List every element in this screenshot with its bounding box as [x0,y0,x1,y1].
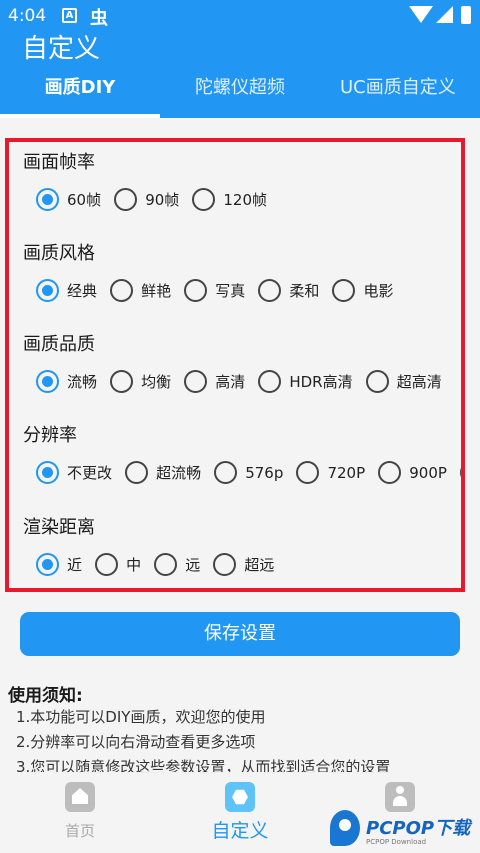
watermark-brand: PCPOP下载 [366,818,471,839]
wifi-icon [409,6,433,23]
notification-bug-icon: 虫 [90,8,108,29]
group-title-resolution: 分辨率 [23,425,77,446]
page-title: 自定义 [22,34,101,64]
pcpop-logo-icon [330,810,360,846]
option-realistic[interactable]: 写真 [184,279,245,309]
home-icon [65,782,95,812]
radio-checked-icon [36,461,59,484]
option-ultra-hd[interactable]: 超高清 [365,370,442,400]
option-more-partial[interactable] [460,461,461,491]
radio-unchecked-icon [296,461,320,484]
radio-unchecked-icon [154,553,178,576]
radio-unchecked-icon [192,188,216,211]
option-ultra-smooth[interactable]: 超流畅 [125,461,201,491]
option-classic[interactable]: 经典 [36,279,97,309]
option-120fps[interactable]: 120帧 [192,188,267,218]
option-smooth[interactable]: 流畅 [36,370,97,400]
status-time: 4:04 [8,6,47,26]
option-hdr-hd[interactable]: HDR高清 [258,370,353,400]
option-no-change[interactable]: 不更改 [36,461,112,491]
settings-panel: 画面帧率 60帧 90帧 120帧 画质风格 经典 鲜艳 写真 柔和 电影 画质… [5,138,465,592]
option-ultra-far[interactable]: 超远 [213,553,274,583]
option-720p[interactable]: 720P [296,461,365,491]
watermark: PCPOP下载 PCPOP Download [330,808,480,853]
app-header: 4:04 A 虫 自定义 画质DIY 陀螺仪超频 UC画质自定义 [0,0,480,118]
radio-checked-icon [36,188,59,211]
radio-unchecked-icon [184,279,208,302]
radio-checked-icon [36,279,59,302]
options-resolution[interactable]: 不更改 超流畅 576p 720P 900P [36,461,461,491]
option-hd[interactable]: 高清 [184,370,245,400]
radio-unchecked-icon [460,461,461,484]
radio-unchecked-icon [110,370,134,393]
radio-unchecked-icon [125,461,149,484]
save-settings-button[interactable]: 保存设置 [20,612,460,656]
option-balanced[interactable]: 均衡 [110,370,171,400]
note-item: 2.分辨率可以向右滑动查看更多选项 [16,733,256,751]
radio-unchecked-icon [258,370,282,393]
radio-unchecked-icon [213,553,237,576]
watermark-sub: PCPOP Download [366,838,427,846]
notes-title: 使用须知: [8,686,83,706]
radio-unchecked-icon [114,188,138,211]
options-frame-rate: 60帧 90帧 120帧 [36,188,275,218]
custom-icon [225,782,255,812]
tab-gyroscope-overclock[interactable]: 陀螺仪超频 [160,62,320,118]
tab-indicator [0,114,160,118]
option-vivid[interactable]: 鲜艳 [110,279,171,309]
options-style: 经典 鲜艳 写真 柔和 电影 [36,279,401,309]
group-title-quality: 画质品质 [23,334,95,355]
option-900p[interactable]: 900P [378,461,447,491]
option-far[interactable]: 远 [154,553,200,583]
radio-unchecked-icon [258,279,282,302]
tab-bar: 画质DIY 陀螺仪超频 UC画质自定义 [0,62,480,118]
tab-quality-diy[interactable]: 画质DIY [0,62,160,118]
option-medium[interactable]: 中 [95,553,141,583]
option-90fps[interactable]: 90帧 [114,188,179,218]
battery-icon [461,6,471,24]
option-soft[interactable]: 柔和 [258,279,319,309]
radio-unchecked-icon [214,461,238,484]
radio-unchecked-icon [110,279,134,302]
notification-a-icon: A [62,8,77,23]
radio-unchecked-icon [184,370,208,393]
radio-checked-icon [36,553,59,576]
signal-icon [436,6,453,23]
tab-uc-quality-custom[interactable]: UC画质自定义 [320,62,480,118]
radio-unchecked-icon [332,279,356,302]
radio-unchecked-icon [95,553,119,576]
radio-unchecked-icon [378,461,402,484]
options-quality: 流畅 均衡 高清 HDR高清 超高清 [36,370,450,400]
option-60fps[interactable]: 60帧 [36,188,101,218]
options-render-distance: 近 中 远 超远 [36,553,282,583]
option-576p[interactable]: 576p [214,461,283,491]
radio-checked-icon [36,370,59,393]
nav-custom[interactable]: 自定义 [160,772,320,853]
radio-unchecked-icon [365,370,389,393]
group-title-frame-rate: 画面帧率 [23,152,95,173]
option-movie[interactable]: 电影 [332,279,393,309]
nav-home[interactable]: 首页 [0,772,160,853]
option-near[interactable]: 近 [36,553,82,583]
group-title-style: 画质风格 [23,243,95,264]
group-title-render-distance: 渲染距离 [23,517,95,538]
note-item: 1.本功能可以DIY画质，欢迎您的使用 [16,708,266,726]
status-bar: 4:04 A 虫 [0,0,480,30]
